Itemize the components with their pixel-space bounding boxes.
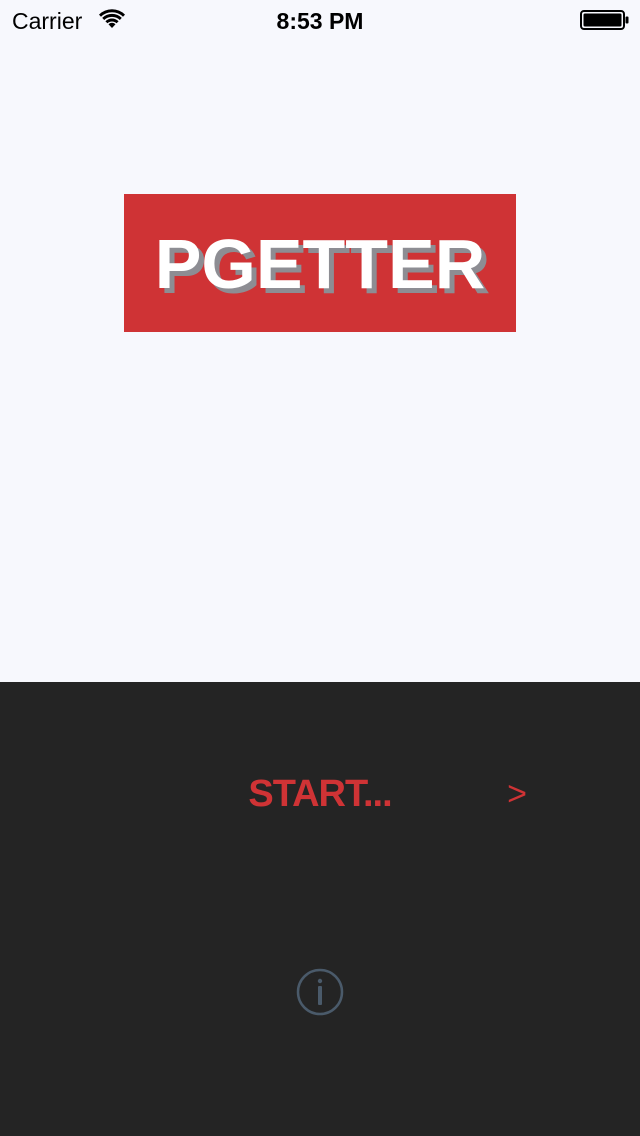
logo-text: PGETTER (154, 225, 486, 303)
battery-icon (580, 10, 629, 30)
app-logo: PGETTER (124, 194, 516, 332)
header-area (0, 40, 640, 682)
start-button[interactable]: START... (210, 770, 430, 818)
next-button[interactable]: > (500, 772, 534, 816)
status-bar: Carrier 8:53 PM (0, 0, 640, 40)
info-icon[interactable] (296, 968, 344, 1016)
control-panel: START... > (0, 682, 640, 1136)
status-time: 8:53 PM (276, 8, 364, 34)
